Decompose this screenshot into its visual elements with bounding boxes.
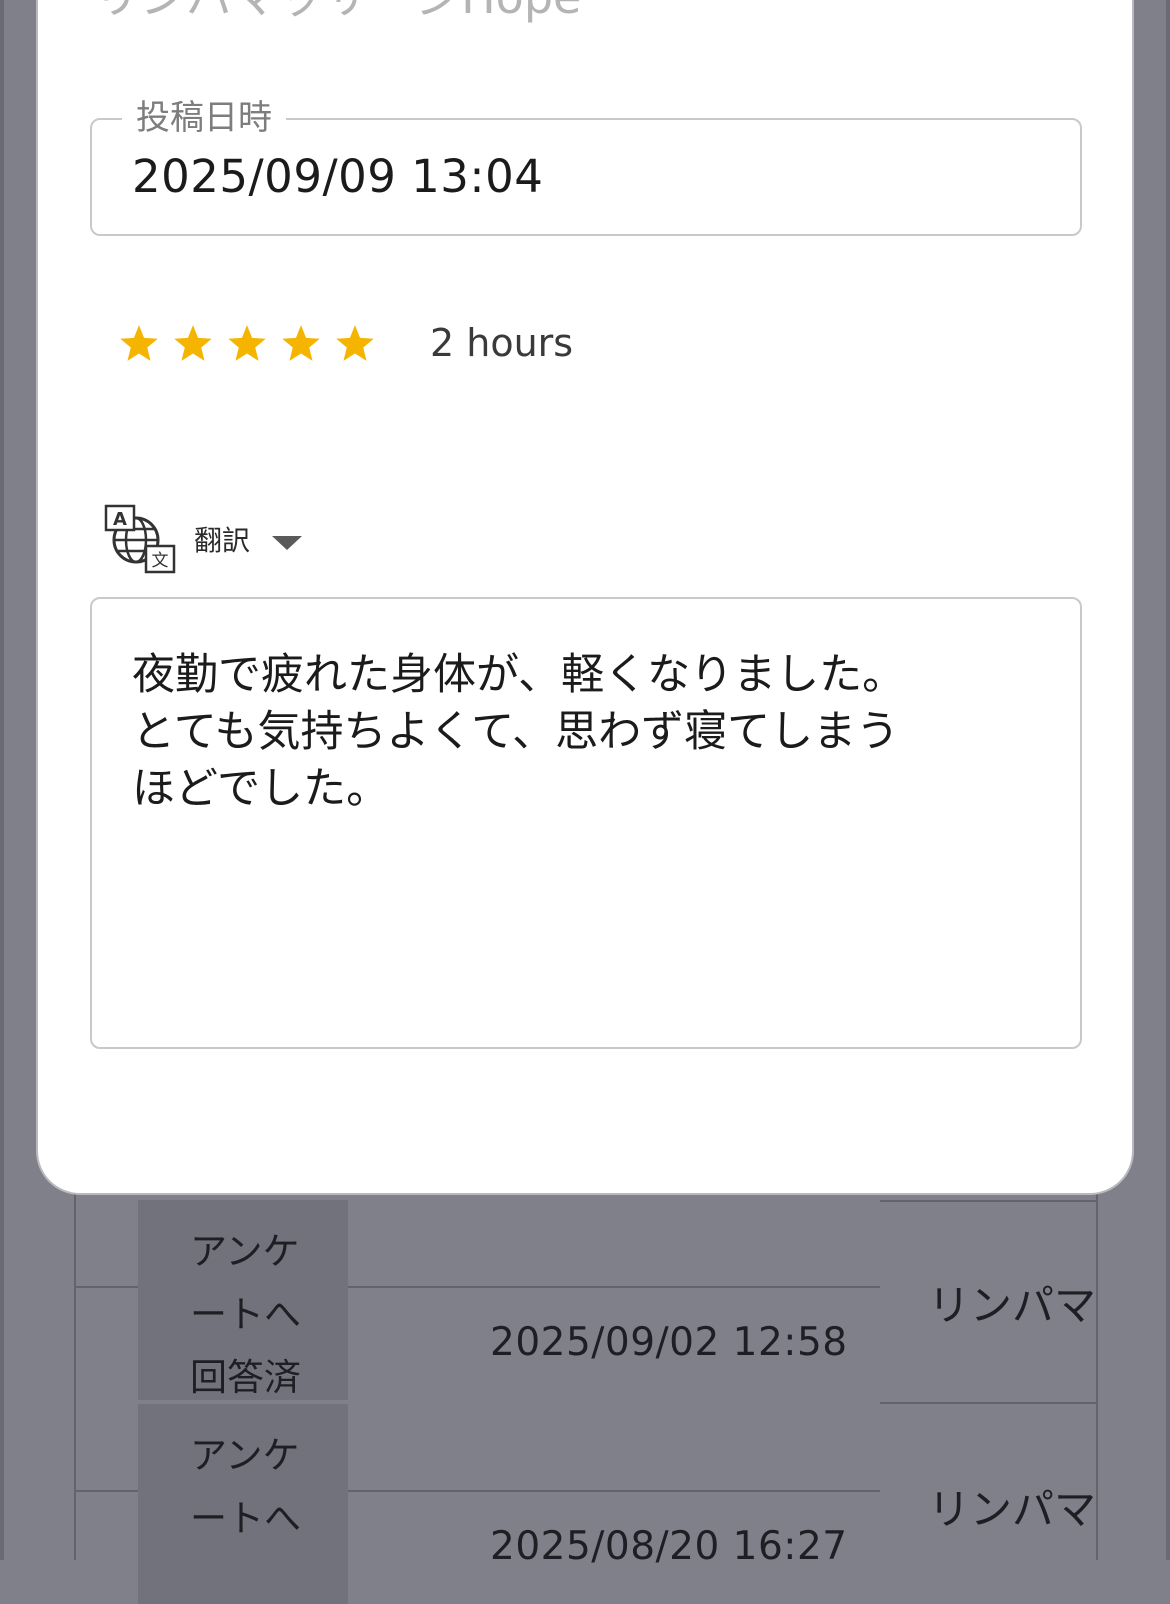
star-icon <box>120 325 158 361</box>
review-text-box: 夜勤で疲れた身体が、軽くなりました。 とても気持ちよくて、思わず寝てしまう ほど… <box>90 597 1082 1049</box>
star-icon <box>282 325 320 361</box>
time-ago: 2 hours <box>430 321 574 365</box>
svg-text:A: A <box>113 509 127 530</box>
review-table: アンケ ートへ 回答済 2025/09/02 12:58 リンパマ アンケ ート… <box>74 1190 1098 1604</box>
star-icon <box>336 325 374 361</box>
row-shop-name[interactable]: リンパマ <box>928 1476 1096 1537</box>
chevron-down-icon <box>272 536 303 550</box>
screen-edge-right <box>1166 0 1170 1560</box>
screen-edge-left <box>0 0 4 1560</box>
svg-text:文: 文 <box>152 551 169 571</box>
row-date: 2025/09/02 12:58 <box>490 1320 848 1365</box>
row-divider <box>880 1402 1098 1404</box>
status-badge[interactable]: アンケ ートへ 回答済 <box>138 1200 348 1400</box>
posted-datetime-value: 2025/09/09 13:04 <box>132 150 544 203</box>
row-divider <box>880 1200 1098 1202</box>
translate-label: 翻訳 <box>194 524 251 557</box>
status-badge[interactable]: アンケ ートへ <box>138 1404 348 1604</box>
review-detail-modal: リンパマッサージHope 投稿日時 2025/09/09 13:04 2 hou… <box>36 0 1134 1195</box>
shop-title: リンパマッサージHope <box>94 0 581 20</box>
rating: 2 hours <box>118 315 573 371</box>
posted-datetime-label: 投稿日時 <box>122 94 286 142</box>
posted-datetime-field: 投稿日時 2025/09/09 13:04 <box>90 94 1082 236</box>
table-border <box>1096 1190 1098 1560</box>
star-icon <box>174 325 212 361</box>
row-shop-name[interactable]: リンパマ <box>928 1272 1096 1333</box>
table-border <box>74 1190 76 1560</box>
star-icon <box>228 325 266 361</box>
row-date: 2025/08/20 16:27 <box>490 1524 848 1569</box>
review-text: 夜勤で疲れた身体が、軽くなりました。 とても気持ちよくて、思わず寝てしまう ほど… <box>132 650 906 814</box>
translate-dropdown[interactable]: A 文 翻訳 <box>104 504 303 574</box>
translate-icon: A 文 <box>104 504 176 574</box>
